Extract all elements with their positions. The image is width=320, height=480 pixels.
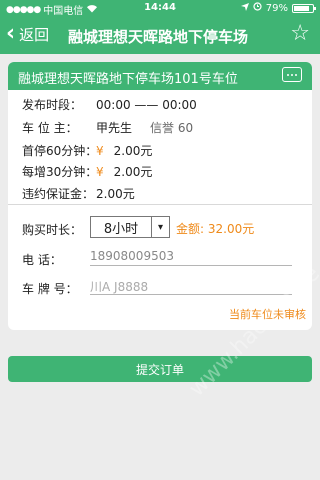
- add-rate-value: 2.00元: [113, 165, 153, 179]
- yen-symbol: ¥: [96, 143, 104, 158]
- message-icon[interactable]: [282, 67, 302, 82]
- card-header: 融城理想天晖路地下停车场101号车位: [8, 62, 312, 90]
- phone-input[interactable]: 18908009503: [90, 246, 292, 266]
- publish-value: 00:00 —— 00:00: [96, 97, 197, 112]
- location-icon: [240, 2, 249, 14]
- battery-percent: 79%: [265, 2, 288, 14]
- deposit-row: 违约保证金： 2.00元: [22, 185, 135, 202]
- chevron-down-icon: ▾: [151, 217, 169, 237]
- publish-label: 发布时段：: [22, 98, 83, 112]
- chevron-left-icon: ‹: [6, 21, 16, 46]
- duration-value: 8小时: [103, 221, 139, 237]
- card-title: 融城理想天晖路地下停车场101号车位: [18, 72, 238, 87]
- back-label: 返回: [19, 25, 50, 44]
- owner-value: 甲先生: [96, 121, 133, 135]
- duration-label: 购买时长：: [22, 223, 83, 237]
- section-divider: [8, 204, 312, 205]
- phone-label: 电 话：: [22, 253, 62, 267]
- app-header: ●●●●● 中国电信 14:44 79% ‹ 返回 融城理想天晖路地下停车场 ☆: [0, 0, 320, 54]
- owner-row: 车 位 主： 甲先生 信誉 60: [22, 119, 193, 136]
- credit-score: 信誉 60: [150, 121, 194, 135]
- plate-input[interactable]: 川A J8888: [90, 275, 292, 295]
- back-button[interactable]: ‹ 返回: [6, 23, 49, 45]
- first-rate-label: 首停60分钟：: [22, 144, 98, 158]
- owner-label: 车 位 主：: [22, 121, 78, 135]
- status-bar: ●●●●● 中国电信 14:44 79%: [0, 0, 320, 17]
- deposit-value: 2.00元: [96, 187, 135, 201]
- plate-label: 车 牌 号：: [22, 282, 78, 296]
- nav-bar: ‹ 返回 融城理想天晖路地下停车场 ☆: [0, 18, 320, 52]
- total-amount: 金额: 32.00元: [176, 222, 255, 236]
- favorite-star-icon[interactable]: ☆: [290, 23, 310, 45]
- add-rate-row: 每增30分钟： ¥ 2.00元: [22, 163, 152, 180]
- battery-icon: [292, 3, 316, 13]
- alarm-icon: [253, 2, 262, 14]
- submit-order-button[interactable]: 提交订单: [8, 356, 312, 382]
- first-rate-row: 首停60分钟： ¥ 2.00元: [22, 142, 152, 159]
- status-right: 79%: [240, 2, 316, 14]
- publish-row: 发布时段： 00:00 —— 00:00: [22, 96, 197, 113]
- duration-select[interactable]: 8小时 ▾: [90, 216, 170, 238]
- deposit-label: 违约保证金：: [22, 187, 95, 201]
- first-rate-value: 2.00元: [113, 144, 153, 158]
- page-title: 融城理想天晖路地下停车场: [68, 28, 249, 46]
- add-rate-label: 每增30分钟：: [22, 165, 98, 179]
- yen-symbol: ¥: [96, 164, 104, 179]
